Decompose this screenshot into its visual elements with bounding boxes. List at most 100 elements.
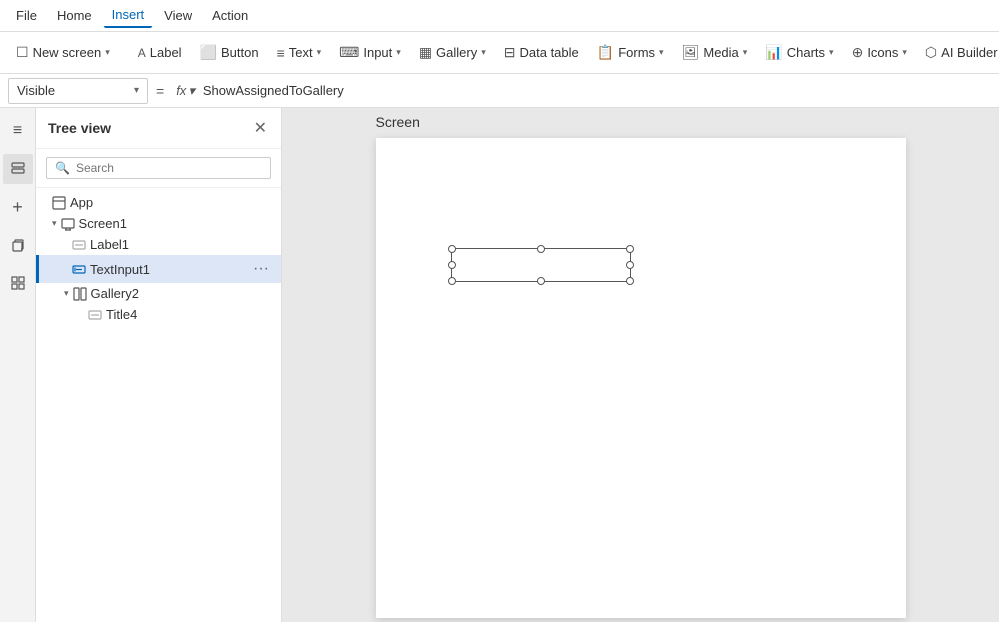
input-icon: ⌨ [339,44,359,61]
property-chevron: ▾ [134,85,139,96]
gallery2-label: Gallery2 [91,286,273,301]
app-label: App [70,195,273,210]
canvas-container: Screen [376,138,906,618]
copy-button[interactable] [3,230,33,260]
ai-builder-icon: ⬡ [925,44,937,61]
screen1-chevron: ▾ [52,218,57,229]
tree-title: Tree view [48,120,111,136]
fx-chevron: ▾ [188,83,195,99]
button-icon: ⬜ [200,44,217,61]
formula-fx: fx ▾ [172,83,199,99]
gallery-chevron: ▾ [481,47,486,58]
media-button[interactable]: 🖼 Media ▾ [674,40,756,65]
handle-top-center[interactable] [537,245,545,253]
title4-label: Title4 [106,307,273,322]
tree-item-screen1[interactable]: ▾ Screen1 [36,213,281,234]
label-button[interactable]: A Label [130,41,190,64]
text-button[interactable]: ≡ Text ▾ [269,41,330,65]
text-icon: ≡ [277,45,285,61]
tree-item-label1[interactable]: Label1 [36,234,281,255]
forms-chevron: ▾ [659,47,664,58]
menu-file[interactable]: File [8,4,45,27]
menu-view[interactable]: View [156,4,200,27]
canvas-textinput1[interactable] [451,248,631,282]
tree-item-title4[interactable]: Title4 [36,304,281,325]
charts-button[interactable]: 📊 Charts ▾ [757,40,841,65]
fx-label: fx [176,83,186,98]
formula-input[interactable] [203,83,991,98]
handle-middle-left[interactable] [448,261,456,269]
title4-icon [88,308,102,322]
app-icon [52,196,66,210]
handle-bottom-center[interactable] [537,277,545,285]
data-table-icon: ⊟ [504,44,516,61]
handle-top-left[interactable] [448,245,456,253]
gallery-button[interactable]: ▦ Gallery ▾ [411,40,494,65]
handle-middle-right[interactable] [626,261,634,269]
sidebar-icons: ≡ + [0,108,36,622]
copy-icon [10,237,26,253]
component-button[interactable] [3,268,33,298]
tree-panel: Tree view ✕ 🔍 App [36,108,282,622]
charts-chevron: ▾ [829,47,834,58]
gallery-icon: ▦ [419,44,432,61]
icons-button[interactable]: ⊕ Icons ▾ [844,40,915,65]
input-button[interactable]: ⌨ Input ▾ [331,40,409,65]
ai-builder-button[interactable]: ⬡ AI Builder [917,40,999,65]
screen-label: Screen [376,114,420,130]
gallery2-icon [73,287,87,301]
tree-items: App ▾ Screen1 [36,188,281,622]
icons-icon: ⊕ [852,44,864,61]
formula-equals: = [152,83,168,99]
canvas-page[interactable] [376,138,906,618]
data-table-button[interactable]: ⊟ Data table [496,40,587,65]
label-icon: A [138,46,146,60]
hamburger-button[interactable]: ≡ [3,116,33,146]
textinput1-icon [72,262,86,276]
add-component-button[interactable]: + [3,192,33,222]
screen1-label: Screen1 [79,216,273,231]
gallery2-chevron: ▾ [64,288,69,299]
canvas-textinput1-inner [451,248,631,282]
menu-bar: File Home Insert View Action [0,0,999,32]
charts-icon: 📊 [765,44,782,61]
active-indicator [36,255,39,283]
handle-bottom-right[interactable] [626,277,634,285]
tree-search: 🔍 [36,149,281,188]
icons-chevron: ▾ [902,47,907,58]
screen-icon [61,217,75,231]
forms-button[interactable]: 📋 Forms ▾ [589,40,672,65]
menu-home[interactable]: Home [49,4,100,27]
canvas-area: Screen [282,108,999,622]
tree-header: Tree view ✕ [36,108,281,149]
tree-item-gallery2[interactable]: ▾ Gallery2 [36,283,281,304]
label1-icon [72,238,86,252]
layers-icon [10,161,26,177]
forms-icon: 📋 [597,44,614,61]
menu-insert[interactable]: Insert [104,3,153,28]
formula-bar: Visible ▾ = fx ▾ [0,74,999,108]
search-input[interactable] [76,161,262,175]
toolbar: ☐ New screen ▾ A Label ⬜ Button ≡ Text ▾… [0,32,999,74]
menu-action[interactable]: Action [204,4,256,27]
new-screen-chevron: ▾ [105,47,110,58]
textinput1-more-button[interactable]: ··· [249,258,273,280]
tree-item-app[interactable]: App [36,192,281,213]
tree-close-button[interactable]: ✕ [252,116,269,140]
property-selector[interactable]: Visible ▾ [8,78,148,104]
component-icon [10,275,26,291]
handle-bottom-left[interactable] [448,277,456,285]
search-box[interactable]: 🔍 [46,157,271,179]
text-chevron: ▾ [317,47,322,58]
main-layout: ≡ + Tree view ✕ [0,108,999,622]
media-chevron: ▾ [743,47,748,58]
tree-item-textinput1[interactable]: TextInput1 ··· [36,255,281,283]
layers-button[interactable] [3,154,33,184]
media-icon: 🖼 [682,44,700,61]
textinput1-label: TextInput1 [90,262,245,277]
new-screen-button[interactable]: ☐ New screen ▾ [8,40,118,65]
new-screen-icon: ☐ [16,44,29,61]
handle-top-right[interactable] [626,245,634,253]
button-button[interactable]: ⬜ Button [192,40,267,65]
search-icon: 🔍 [55,161,70,175]
